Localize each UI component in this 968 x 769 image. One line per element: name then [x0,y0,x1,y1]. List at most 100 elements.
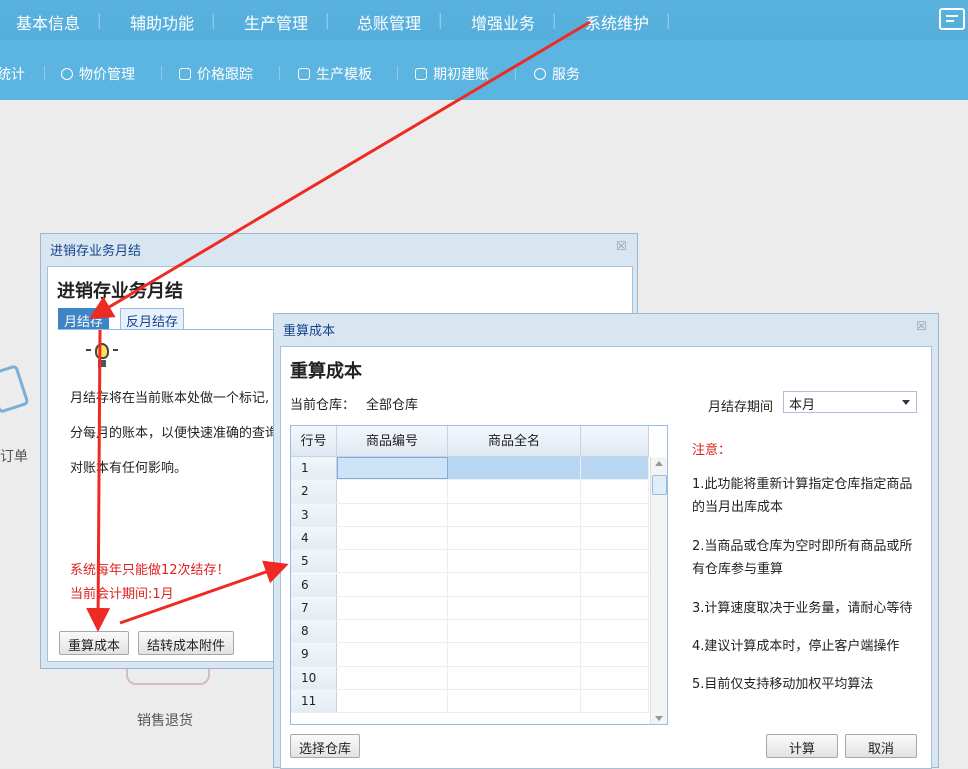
scroll-thumb[interactable] [652,475,667,495]
menu-auxiliary[interactable]: 辅助功能 [130,10,216,34]
table-row[interactable]: 5 [291,550,649,574]
col-empty [581,426,649,457]
subnav-price-management[interactable]: 物价管理 [61,64,135,84]
row-number: 11 [291,690,337,713]
extra-cell[interactable] [581,620,649,643]
extra-cell[interactable] [581,480,649,503]
help-icon [534,68,546,80]
menu-ledger[interactable]: 总账管理 [357,10,443,34]
product-code-cell[interactable] [337,666,448,689]
product-code-cell[interactable] [337,550,448,573]
product-name-cell[interactable] [448,480,581,503]
subnav-opening-accounts[interactable]: 期初建账 [415,64,489,84]
table-row[interactable]: 1 [291,457,649,481]
menu-system-maintenance[interactable]: 系统维护 [585,10,671,34]
sales-return-label[interactable]: 销售退货 [137,710,193,730]
extra-cell[interactable] [581,643,649,666]
extra-cell[interactable] [581,596,649,620]
table-row[interactable]: 2 [291,480,649,504]
extra-cell[interactable] [581,550,649,573]
row-number: 4 [291,526,337,550]
grid-header: 行号 商品编号 商品全名 [291,426,649,457]
select-warehouse-button[interactable]: 选择仓库 [290,734,361,758]
extra-cell[interactable] [581,457,649,480]
product-name-cell[interactable] [448,620,581,643]
product-name-cell[interactable] [448,503,581,526]
description-line-1: 月结存将在当前账本处做一个标记, [70,391,270,406]
grid-scrollbar[interactable] [650,457,667,724]
row-number: 2 [291,480,337,503]
col-product-name[interactable]: 商品全名 [448,426,581,457]
cancel-button[interactable]: 取消 [845,734,917,758]
extra-cell[interactable] [581,526,649,550]
menu-basic-info[interactable]: 基本信息 [16,10,102,34]
extra-cell[interactable] [581,666,649,689]
product-code-cell[interactable] [337,503,448,526]
subnav-production-template[interactable]: 生产模板 [298,64,372,84]
scroll-down-icon[interactable] [655,716,663,721]
extra-cell[interactable] [581,503,649,526]
product-name-cell[interactable] [448,457,581,480]
dialog-title: 重算成本 [283,324,336,339]
description-line-2: 分每月的账本，以便快速准确的查询 [70,426,279,441]
subnav-service[interactable]: 服务 [534,64,580,84]
product-code-cell[interactable] [337,690,448,713]
product-code-cell[interactable] [337,480,448,503]
note-3: 3.计算速度取决于业务量，请耐心等待 [692,601,913,616]
tab-reverse-closing[interactable]: 反月结存 [120,308,185,330]
period-select[interactable]: 本月 [783,391,917,413]
col-row-number[interactable]: 行号 [291,426,337,457]
note-title: 注意： [692,443,732,458]
product-name-cell[interactable] [448,550,581,573]
dialog-title: 进销存业务月结 [50,244,142,259]
table-row[interactable]: 7 [291,596,649,621]
order-label[interactable]: 订单 [0,446,28,466]
menu-enhanced[interactable]: 增强业务 [471,10,557,34]
dialog-body: 重算成本 当前仓库： 全部仓库 月结存期间 本月 行号 商品编号 商品全名 12… [280,346,932,769]
top-menu-bar: 基本信息 辅助功能 生产管理 总账管理 增强业务 系统维护 [0,0,968,40]
tracking-icon [179,68,191,80]
table-row[interactable]: 4 [291,526,649,551]
carryover-cost-attachment-button[interactable]: 结转成本附件 [138,631,235,655]
product-name-cell[interactable] [448,666,581,689]
scroll-up-icon[interactable] [655,461,663,466]
product-name-cell[interactable] [448,643,581,666]
product-name-cell[interactable] [448,526,581,550]
close-icon[interactable]: ☒ [916,320,928,332]
template-icon [298,68,310,80]
product-code-cell[interactable] [337,596,448,620]
tab-monthly-closing[interactable]: 月结存 [58,308,110,330]
row-number: 9 [291,643,337,666]
product-name-cell[interactable] [448,690,581,713]
extra-cell[interactable] [581,573,649,596]
message-icon[interactable] [939,8,965,30]
extra-cell[interactable] [581,690,649,713]
warehouse-label: 当前仓库： [290,398,356,413]
product-code-cell[interactable] [337,620,448,643]
table-row[interactable]: 3 [291,503,649,527]
calculate-button[interactable]: 计算 [766,734,838,758]
description-line-3: 对账本有任何影响。 [70,461,188,476]
col-product-code[interactable]: 商品编号 [337,426,448,457]
recalculate-cost-button[interactable]: 重算成本 [59,631,130,655]
product-code-cell[interactable] [337,526,448,550]
current-period: 当前会计期间:1月 [70,587,174,602]
table-row[interactable]: 8 [291,620,649,644]
table-row[interactable]: 9 [291,643,649,667]
product-code-cell[interactable] [337,457,448,480]
close-icon[interactable]: ☒ [616,240,628,252]
table-row[interactable]: 11 [291,690,649,714]
product-code-cell[interactable] [337,573,448,596]
row-number: 8 [291,620,337,643]
product-name-cell[interactable] [448,573,581,596]
table-row[interactable]: 10 [291,666,649,690]
dialog-heading: 进销存业务月结 [57,281,183,302]
table-row[interactable]: 6 [291,573,649,597]
product-code-cell[interactable] [337,643,448,666]
subnav-statistics[interactable]: 统计 [0,64,25,84]
product-name-cell[interactable] [448,596,581,620]
subnav-price-tracking[interactable]: 价格跟踪 [179,64,253,84]
menu-production[interactable]: 生产管理 [244,10,330,34]
coin-icon [61,68,73,80]
subnav-label: 物价管理 [79,67,135,83]
